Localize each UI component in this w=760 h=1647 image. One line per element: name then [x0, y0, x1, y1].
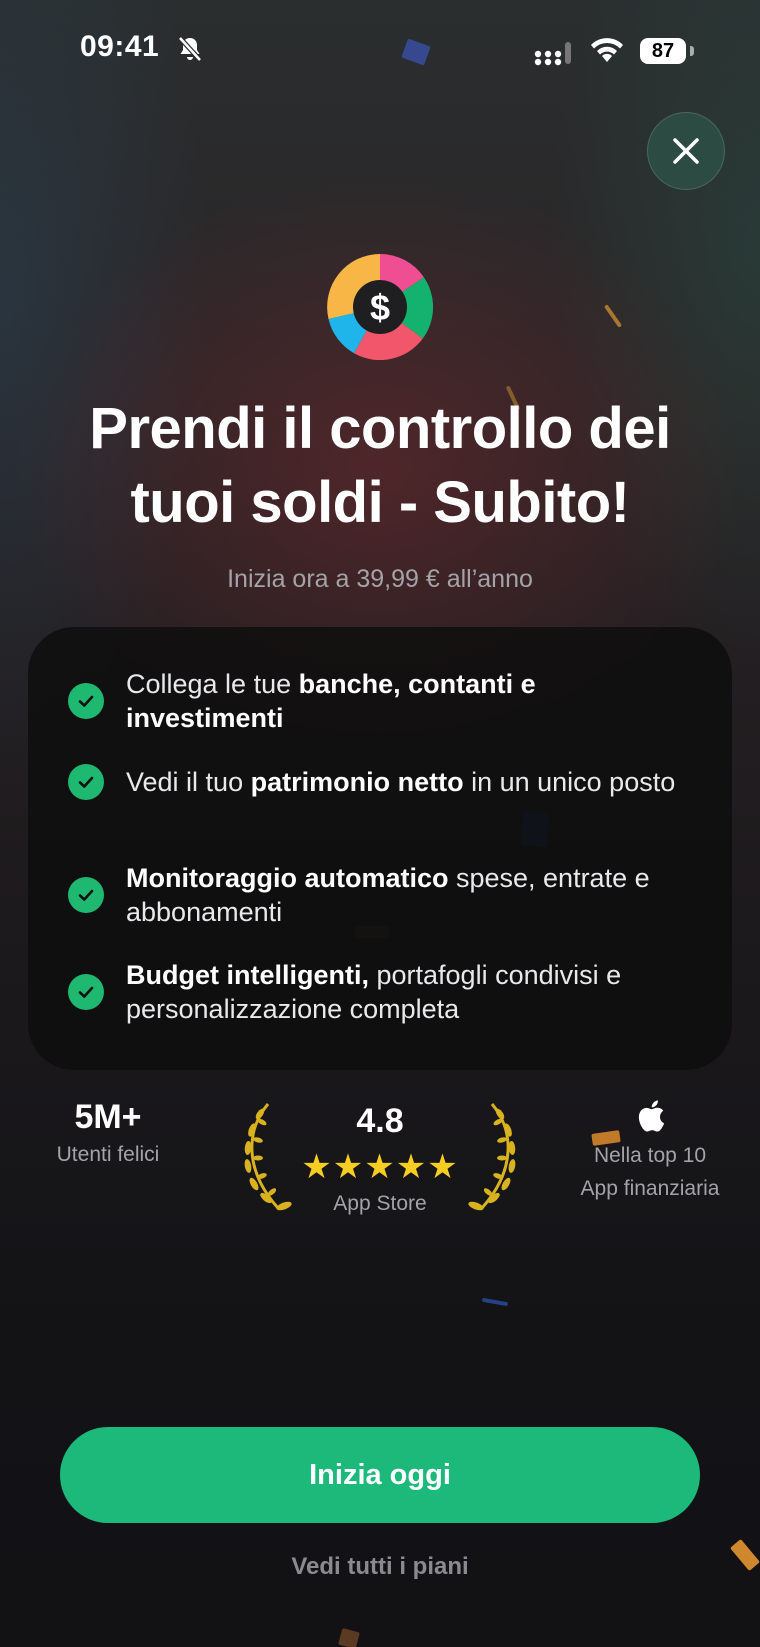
feature-text: Vedi il tuo patrimonio netto in un unico…	[126, 767, 676, 797]
apple-rank-line-1: Nella top 10	[593, 1144, 707, 1167]
title-line-2: tuoi soldi - Subito!	[130, 470, 630, 535]
battery-icon: 87	[640, 38, 686, 64]
apple-icon	[638, 1100, 665, 1132]
close-button[interactable]	[647, 112, 725, 190]
wifi-icon	[591, 38, 623, 62]
laurel-right-icon	[468, 1103, 516, 1211]
status-time: 09:41	[80, 30, 160, 63]
apple-ranking-stat: Nella top 10 App finanziaria	[570, 1098, 730, 1205]
svg-text:$: $	[370, 287, 390, 328]
cellular-signal-icon	[534, 42, 571, 66]
dollar-pie-logo-icon: $	[327, 254, 433, 360]
check-icon	[68, 764, 104, 800]
check-icon	[68, 974, 104, 1010]
battery-tip	[690, 46, 694, 56]
page-title: Prendi il controllo dei tuoi soldi - Sub…	[0, 392, 760, 540]
star-rating-icon: ★★★★★	[301, 1148, 459, 1186]
see-all-plans-link[interactable]: Vedi tutti i piani	[0, 1553, 760, 1581]
feature-item: Collega le tue banche, contanti e invest…	[68, 667, 688, 735]
apple-rank-line-2: App finanziaria	[580, 1177, 720, 1200]
feature-text: Monitoraggio automatico spese, entrate e…	[126, 863, 650, 927]
bell-off-icon	[178, 36, 202, 62]
feature-item: Monitoraggio automatico spese, entrate e…	[68, 861, 688, 929]
price-subtitle: Inizia ora a 39,99 € all’anno	[227, 565, 533, 593]
start-today-button[interactable]: Inizia oggi	[60, 1427, 700, 1523]
users-stat: 5M+ Utenti felici	[40, 1098, 176, 1167]
check-icon	[68, 683, 104, 719]
feature-text: Collega le tue banche, contanti e invest…	[126, 669, 536, 733]
close-icon	[673, 138, 699, 164]
users-value: 5M+	[74, 1098, 142, 1136]
users-label: Utenti felici	[56, 1143, 160, 1166]
check-icon	[68, 877, 104, 913]
features-card: Collega le tue banche, contanti e invest…	[28, 627, 732, 1070]
rating-badge: 4.8 ★★★★★ App Store	[238, 1100, 522, 1220]
confetti-piece	[338, 1627, 360, 1647]
title-line-1: Prendi il controllo dei	[89, 396, 671, 461]
feature-text: Budget intelligenti, portafogli condivis…	[126, 960, 622, 1024]
feature-item: Vedi il tuo patrimonio netto in un unico…	[68, 764, 688, 800]
feature-item: Budget intelligenti, portafogli condivis…	[68, 958, 688, 1026]
